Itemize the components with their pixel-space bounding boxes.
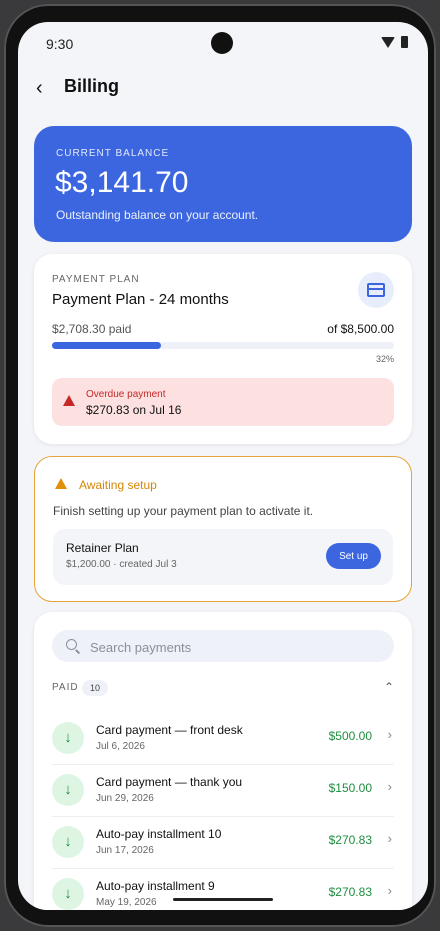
payment-amount: $500.00	[328, 729, 372, 743]
payment-row[interactable]: ↓ Card payment — thank you Jun 29, 2026 …	[52, 764, 394, 817]
payment-date: Jun 17, 2026	[96, 845, 154, 856]
top-app-bar: ‹ Billing	[18, 70, 428, 106]
arrow-down-icon: ↓	[52, 826, 84, 858]
page-title: Billing	[64, 76, 119, 96]
payment-amount: $270.83	[328, 885, 372, 899]
balance-subtitle: Outstanding balance on your account.	[56, 208, 259, 222]
plan-paid-amount: $2,708.30 paid	[52, 322, 132, 336]
plan-name: Payment Plan - 24 months	[52, 291, 229, 308]
section-count-badge: 10	[82, 680, 108, 696]
plan-label: PAYMENT PLAN	[52, 274, 140, 285]
set-up-button[interactable]: Set up	[326, 543, 381, 569]
payment-date: May 19, 2026	[96, 897, 157, 908]
payment-title: Card payment — thank you	[96, 775, 243, 789]
balance-label: CURRENT BALANCE	[56, 148, 170, 159]
chevron-up-icon[interactable]: ⌃	[384, 680, 394, 694]
payment-amount: $150.00	[328, 781, 372, 795]
overdue-detail: $270.83 on Jul 16	[86, 403, 182, 417]
payment-row[interactable]: ↓ Card payment — front desk Jul 6, 2026 …	[52, 712, 394, 765]
plan-total-amount: of $8,500.00	[327, 322, 394, 336]
retainer-plan-name: Retainer Plan	[66, 541, 139, 555]
plan-progress-fill	[52, 342, 162, 349]
payment-title: Auto-pay installment 10	[96, 827, 222, 841]
chevron-left-icon[interactable]: ‹	[36, 78, 43, 98]
retainer-plan-item: Retainer Plan $1,200.00 · created Jul 3 …	[53, 529, 393, 585]
payment-row[interactable]: ↓ Auto-pay installment 10 Jun 17, 2026 $…	[52, 816, 394, 869]
warning-icon	[55, 478, 67, 489]
chevron-right-icon: ›	[387, 727, 392, 742]
payment-date: Jul 6, 2026	[96, 741, 145, 752]
search-bar[interactable]	[52, 630, 394, 664]
setup-heading: Awaiting setup	[79, 478, 157, 492]
payments-card: PAID 10 ⌃ ↓ Card payment — front desk Ju…	[34, 612, 412, 910]
setup-card: Awaiting setup Finish setting up your pa…	[34, 456, 412, 602]
payment-row[interactable]: ↓ Auto-pay installment 9 May 19, 2026 $2…	[52, 868, 394, 910]
warning-icon	[63, 395, 75, 406]
chevron-right-icon: ›	[387, 779, 392, 794]
battery-icon	[401, 36, 408, 48]
plan-progress-percent: 32%	[375, 354, 394, 364]
paid-section-header[interactable]: PAID 10 ⌃	[52, 680, 394, 696]
credit-card-icon	[358, 272, 394, 308]
chevron-right-icon: ›	[387, 831, 392, 846]
search-icon	[66, 639, 77, 650]
screen: 9:30 ‹ Billing CURRENT BALANCE $3,141.70…	[18, 22, 428, 910]
camera-cutout	[211, 32, 233, 54]
section-label: PAID	[52, 682, 79, 693]
setup-description: Finish setting up your payment plan to a…	[53, 504, 314, 518]
system-icons	[381, 36, 408, 48]
balance-amount: $3,141.70	[55, 166, 189, 199]
arrow-down-icon: ↓	[52, 774, 84, 806]
chevron-right-icon: ›	[387, 883, 392, 898]
payment-title: Card payment — front desk	[96, 723, 243, 737]
payment-plan-card[interactable]: PAYMENT PLAN Payment Plan - 24 months $2…	[34, 254, 412, 444]
payment-amount: $270.83	[328, 833, 372, 847]
phone-frame: 9:30 ‹ Billing CURRENT BALANCE $3,141.70…	[4, 4, 436, 927]
home-indicator[interactable]	[173, 898, 273, 901]
arrow-down-icon: ↓	[52, 722, 84, 754]
search-input[interactable]	[88, 630, 382, 664]
wifi-icon	[381, 36, 395, 48]
overdue-alert: Overdue payment $270.83 on Jul 16	[52, 378, 394, 426]
balance-card: CURRENT BALANCE $3,141.70 Outstanding ba…	[34, 126, 412, 242]
plan-progress-bar	[52, 342, 394, 349]
status-time: 9:30	[46, 36, 74, 52]
payment-date: Jun 29, 2026	[96, 793, 154, 804]
payment-title: Auto-pay installment 9	[96, 879, 215, 893]
overdue-title: Overdue payment	[86, 389, 166, 400]
arrow-down-icon: ↓	[52, 878, 84, 910]
status-bar: 9:30	[18, 22, 428, 64]
retainer-plan-meta: $1,200.00 · created Jul 3	[66, 559, 177, 570]
